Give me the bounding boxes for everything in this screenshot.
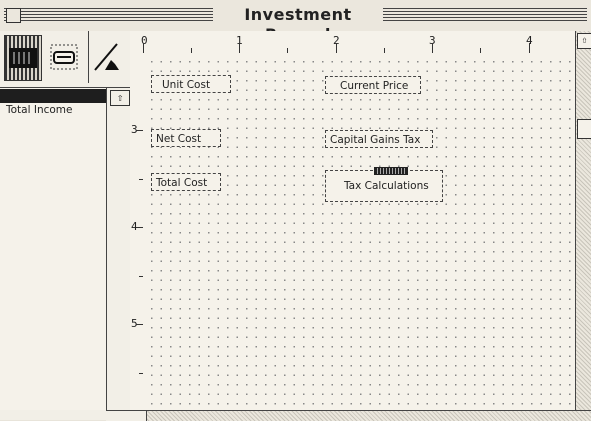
line-tool-icon (94, 43, 119, 71)
scroll-up-arrow-icon[interactable]: ⇧ (577, 33, 591, 49)
scroll-thumb[interactable] (577, 119, 591, 139)
hruler-tick (143, 43, 144, 53)
vruler-tick (136, 130, 143, 131)
canvas-horizontal-scrollbar[interactable] (106, 410, 591, 421)
field-label: Net Cost (156, 133, 202, 145)
layout-canvas[interactable]: Unit Cost Current Price Net Cost Capital… (143, 53, 575, 410)
field-unit-cost[interactable]: Unit Cost (151, 75, 231, 93)
hruler-label-0: 0 (141, 34, 148, 47)
field-label: Capital Gains Tax (330, 134, 421, 146)
resize-handle-icon[interactable] (374, 167, 408, 175)
window-title: Investment Record (213, 5, 383, 44)
field-label: Total Cost (156, 177, 208, 189)
tool-palette (0, 31, 131, 88)
field-tool[interactable] (4, 35, 42, 81)
button-tool-icon (50, 44, 78, 70)
layout-window: Investment Record (0, 0, 591, 421)
vruler-tick (136, 324, 143, 325)
list-scroll-up-icon[interactable]: ⇧ (110, 90, 130, 106)
field-label: Unit Cost (162, 79, 211, 91)
hruler-tick (239, 43, 240, 53)
vertical-ruler: 3 4 5 (130, 53, 144, 410)
close-box[interactable] (6, 8, 21, 23)
vruler-tick (136, 227, 143, 228)
hruler-tick (529, 43, 530, 53)
list-scrollbar[interactable]: ⇧ (106, 88, 131, 410)
title-bar[interactable]: Investment Record (0, 0, 591, 44)
horizontal-ruler: 0 1 2 3 4 (130, 31, 575, 54)
field-net-cost[interactable]: Net Cost (151, 129, 221, 147)
field-list[interactable]: Total Income (0, 88, 107, 410)
line-tool[interactable] (88, 31, 125, 83)
hruler-tick (336, 43, 337, 53)
button-tool[interactable] (46, 35, 82, 79)
hruler-tick (432, 43, 433, 53)
field-capital-gains-tax[interactable]: Capital Gains Tax (325, 130, 433, 148)
field-total-cost[interactable]: Total Cost (151, 173, 221, 191)
field-tool-icon (9, 48, 37, 68)
list-item-total-income[interactable]: Total Income (0, 103, 106, 117)
button-tax-calculations[interactable]: Tax Calculations (325, 167, 443, 202)
field-label: Current Price (340, 80, 409, 92)
title-stripes-right (383, 8, 587, 23)
button-label: Tax Calculations (344, 180, 429, 192)
field-current-price[interactable]: Current Price (325, 76, 421, 94)
list-item-selected[interactable] (0, 89, 106, 103)
title-stripes-left (4, 8, 213, 23)
canvas-vertical-scrollbar[interactable]: ⇧ (575, 31, 591, 410)
